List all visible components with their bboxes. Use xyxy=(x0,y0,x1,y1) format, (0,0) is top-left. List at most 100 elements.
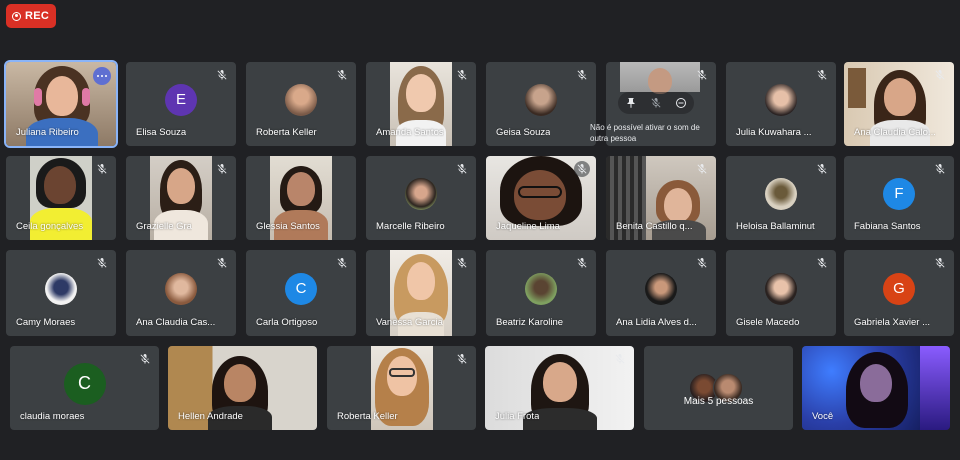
participant-tile[interactable]: Benita Castillo q... xyxy=(606,156,716,240)
more-participants-label: Mais 5 pessoas xyxy=(683,396,754,408)
mic-off-icon xyxy=(217,258,227,268)
mic-off-icon xyxy=(697,70,707,80)
participant-name: Amanda Santos xyxy=(376,127,444,138)
participant-name: Geisa Souza xyxy=(496,127,551,138)
pin-icon[interactable] xyxy=(625,97,637,109)
participant-tile[interactable]: Amanda Santos xyxy=(366,62,476,146)
participant-name: Grazielle Gra xyxy=(136,221,192,232)
participant-tile[interactable]: Jaqueline Lima xyxy=(486,156,596,240)
participant-tile[interactable]: Marcelle Ribeiro xyxy=(366,156,476,240)
participant-name: claudia moraes xyxy=(20,411,85,422)
avatar xyxy=(165,272,197,305)
participant-name: Você xyxy=(812,411,834,422)
participant-tile[interactable]: Camy Moraes xyxy=(6,250,116,336)
mic-off-icon xyxy=(457,70,467,80)
mic-off-icon xyxy=(697,258,707,268)
participant-tile-self[interactable]: Você xyxy=(802,346,950,430)
participant-name: Julia Kuwahara ... xyxy=(736,127,812,138)
participant-name: Marcelle Ribeiro xyxy=(376,221,445,232)
mic-off-icon xyxy=(140,354,150,364)
mic-off-icon xyxy=(697,164,707,174)
participant-tile[interactable]: Gisele Macedo xyxy=(726,250,836,336)
mic-off-icon xyxy=(615,354,625,364)
mic-off-icon xyxy=(337,70,347,80)
participant-tile[interactable]: Ana Claudia Calo... xyxy=(844,62,954,146)
avatar xyxy=(525,272,557,305)
participant-name: Elisa Souza xyxy=(136,127,187,138)
mic-off-icon xyxy=(97,258,107,268)
mic-off-icon xyxy=(217,70,227,80)
participant-name: Roberta Keller xyxy=(256,127,317,138)
participant-name: Heloisa Ballaminut xyxy=(736,221,815,232)
participant-name: Roberta Keller xyxy=(337,411,398,422)
avatar xyxy=(645,272,677,305)
participant-tile[interactable]: E Elisa Souza xyxy=(126,62,236,146)
participant-name: Hellen Andrade xyxy=(178,411,243,422)
avatar: C xyxy=(63,362,106,405)
avatar: C xyxy=(285,272,317,305)
avatar xyxy=(765,272,797,305)
mic-off-icon xyxy=(817,258,827,268)
avatar xyxy=(525,83,557,116)
participant-name: Ana Lidia Alves d... xyxy=(616,317,697,328)
mic-off-icon xyxy=(217,164,227,174)
participant-tile[interactable]: Roberta Keller xyxy=(246,62,356,146)
more-participants-tile[interactable]: Mais 5 pessoas xyxy=(644,346,793,430)
participant-tile[interactable]: F Fabiana Santos xyxy=(844,156,954,240)
participant-name: Camy Moraes xyxy=(16,317,76,328)
participant-tile[interactable]: Ceila gonçalves xyxy=(6,156,116,240)
participant-name: Ana Claudia Calo... xyxy=(854,127,936,138)
avatar: E xyxy=(165,83,197,116)
participant-tile[interactable]: Grazielle Gra xyxy=(126,156,236,240)
participant-grid: Juliana Ribeiro E Elisa Souza Roberta Ke… xyxy=(0,0,960,460)
participant-name: Beatriz Karoline xyxy=(496,317,564,328)
participant-video xyxy=(620,62,700,94)
participant-name: Ana Claudia Cas... xyxy=(136,317,216,328)
participant-tile[interactable]: Julia Kuwahara ... xyxy=(726,62,836,146)
participant-tile[interactable]: Geisa Souza xyxy=(486,62,596,146)
avatar: G xyxy=(883,272,915,305)
mic-off-icon xyxy=(935,164,945,174)
participant-name: Gabriela Xavier ... xyxy=(854,317,931,328)
mic-off-icon xyxy=(817,164,827,174)
participant-name: Carla Ortigoso xyxy=(256,317,318,328)
participant-tile[interactable]: Julia Frota xyxy=(485,346,634,430)
mute-tooltip: Não é possível ativar o som de outra pes… xyxy=(590,123,700,143)
mic-off-icon xyxy=(935,70,945,80)
participant-tile[interactable]: Vanessa Garcia xyxy=(366,250,476,336)
participant-tile[interactable]: Hellen Andrade xyxy=(168,346,317,430)
avatar: F xyxy=(883,177,915,210)
mic-off-icon xyxy=(817,70,827,80)
participant-tile[interactable]: Roberta Keller xyxy=(327,346,476,430)
participant-name: Ceila gonçalves xyxy=(16,221,84,232)
participant-tile[interactable]: Ana Claudia Cas... xyxy=(126,250,236,336)
remove-participant-icon[interactable] xyxy=(675,97,687,109)
mic-off-icon xyxy=(577,258,587,268)
participant-name: Fabiana Santos xyxy=(854,221,921,232)
mic-off-icon xyxy=(935,258,945,268)
mic-off-icon xyxy=(574,161,590,177)
participant-tile[interactable]: C claudia moraes xyxy=(10,346,159,430)
participant-tile[interactable]: C Carla Ortigoso xyxy=(246,250,356,336)
participant-name: Juliana Ribeiro xyxy=(16,127,79,138)
participant-tile[interactable]: Glessia Santos xyxy=(246,156,356,240)
participant-tile[interactable]: G Gabriela Xavier ... xyxy=(844,250,954,336)
participant-tile-self-pinned[interactable]: Juliana Ribeiro xyxy=(4,60,118,148)
avatar xyxy=(765,177,797,210)
mic-off-icon xyxy=(457,258,467,268)
participant-tile[interactable]: Heloisa Ballaminut xyxy=(726,156,836,240)
participant-name: Benita Castillo q... xyxy=(616,221,693,232)
avatar xyxy=(405,177,437,210)
participant-tile[interactable]: Ana Lidia Alves d... xyxy=(606,250,716,336)
participant-tile[interactable]: Beatriz Karoline xyxy=(486,250,596,336)
mute-participant-icon[interactable] xyxy=(650,97,662,109)
mic-off-icon xyxy=(577,70,587,80)
tile-hover-controls xyxy=(618,92,694,114)
participant-name: Glessia Santos xyxy=(256,221,320,232)
more-options-icon[interactable] xyxy=(93,67,111,85)
mic-off-icon xyxy=(97,164,107,174)
avatar xyxy=(45,272,77,305)
participant-name: Vanessa Garcia xyxy=(376,317,443,328)
avatar xyxy=(285,83,317,116)
participant-name: Jaqueline Lima xyxy=(496,221,560,232)
